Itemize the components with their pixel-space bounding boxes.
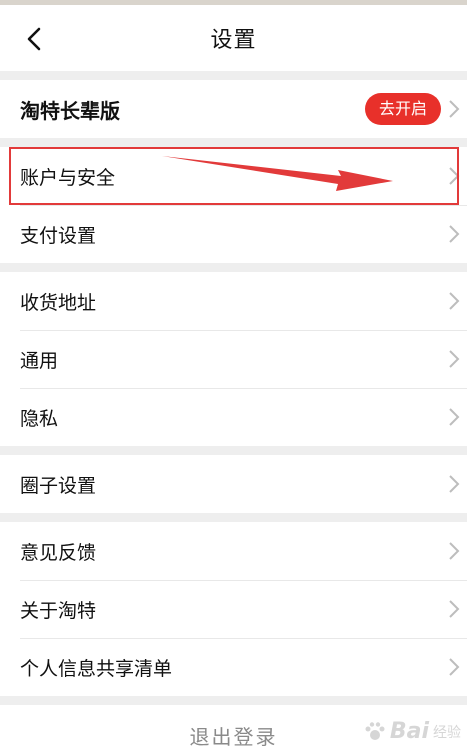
settings-item-about[interactable]: 关于淘特 xyxy=(0,580,467,638)
settings-item-label: 隐私 xyxy=(20,407,59,430)
settings-item-general[interactable]: 通用 xyxy=(0,330,467,388)
settings-item-payment[interactable]: 支付设置 xyxy=(0,205,467,263)
settings-group-circle: 圈子设置 xyxy=(0,455,467,513)
chevron-right-icon xyxy=(449,100,460,118)
chevron-right-icon xyxy=(449,350,460,368)
settings-item-label: 意见反馈 xyxy=(20,541,97,564)
settings-item-label: 通用 xyxy=(20,349,59,372)
settings-group-elder: 淘特长辈版 去开启 xyxy=(0,80,467,138)
chevron-right-icon xyxy=(449,292,460,310)
settings-item-account-security[interactable]: 账户与安全 xyxy=(0,147,467,205)
nav-bar: 设置 xyxy=(0,5,467,71)
settings-item-label: 圈子设置 xyxy=(20,474,97,497)
settings-item-feedback[interactable]: 意见反馈 xyxy=(0,522,467,580)
chevron-right-icon xyxy=(449,600,460,618)
settings-item-label: 账户与安全 xyxy=(20,166,116,189)
settings-item-circle[interactable]: 圈子设置 xyxy=(0,455,467,513)
chevron-right-icon xyxy=(449,475,460,493)
logout-button[interactable]: 退出登录 xyxy=(0,705,467,752)
settings-item-label: 个人信息共享清单 xyxy=(20,657,173,680)
settings-item-label: 淘特长辈版 xyxy=(20,98,120,123)
settings-item-label: 关于淘特 xyxy=(20,599,97,622)
chevron-right-icon xyxy=(449,542,460,560)
back-button[interactable] xyxy=(22,25,46,53)
chevron-left-icon xyxy=(27,27,41,51)
page-title: 设置 xyxy=(210,28,257,53)
logout-label: 退出登录 xyxy=(189,724,278,749)
settings-item-privacy[interactable]: 隐私 xyxy=(0,388,467,446)
chevron-right-icon xyxy=(449,225,460,243)
settings-item-info-sharing[interactable]: 个人信息共享清单 xyxy=(0,638,467,696)
chevron-right-icon xyxy=(449,167,460,185)
settings-group-about: 意见反馈 关于淘特 个人信息共享清单 xyxy=(0,522,467,696)
chevron-right-icon xyxy=(449,408,460,426)
chevron-right-icon xyxy=(449,658,460,676)
settings-item-label: 支付设置 xyxy=(20,224,97,247)
settings-group-account: 账户与安全 支付设置 xyxy=(0,147,467,263)
enable-button[interactable]: 去开启 xyxy=(364,93,441,125)
settings-group-general: 收货地址 通用 隐私 xyxy=(0,272,467,446)
settings-item-address[interactable]: 收货地址 xyxy=(0,272,467,330)
settings-item-label: 收货地址 xyxy=(20,291,97,314)
settings-item-elder-mode[interactable]: 淘特长辈版 去开启 xyxy=(0,80,467,138)
